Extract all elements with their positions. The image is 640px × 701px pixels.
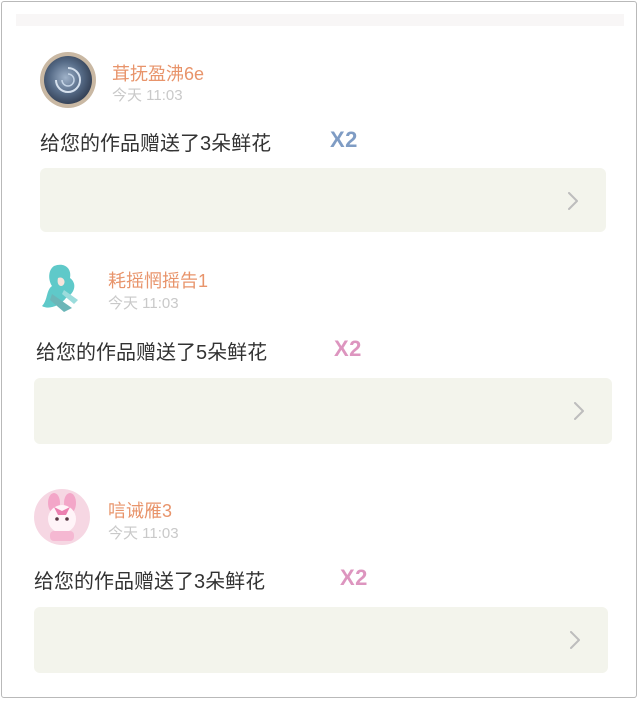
user-avatar[interactable] [34,260,90,316]
chevron-right-icon [570,631,580,649]
work-link-card[interactable] [34,607,608,673]
multiplier-badge: X2 [334,336,362,361]
gift-message: 给您的作品赠送了5朵鲜花 [36,342,268,364]
timestamp: 今天 11:03 [108,295,179,312]
user-avatar[interactable] [34,489,90,545]
chevron-right-icon [574,402,584,420]
anime-girl-avatar-image [34,260,90,316]
multiplier-badge: X2 [340,565,368,590]
gift-notification: 唁诫雁3 今天 11:03 给您的作品赠送了3朵鲜花 X2 [0,0,640,673]
username[interactable]: 唁诫雁3 [108,497,172,523]
gift-message: 给您的作品赠送了3朵鲜花 [34,571,266,593]
username[interactable]: 耗摇惘摇告1 [108,267,208,293]
work-link-card[interactable] [34,378,612,444]
timestamp: 今天 11:03 [108,525,179,542]
pink-bunny-avatar-image [34,489,90,545]
